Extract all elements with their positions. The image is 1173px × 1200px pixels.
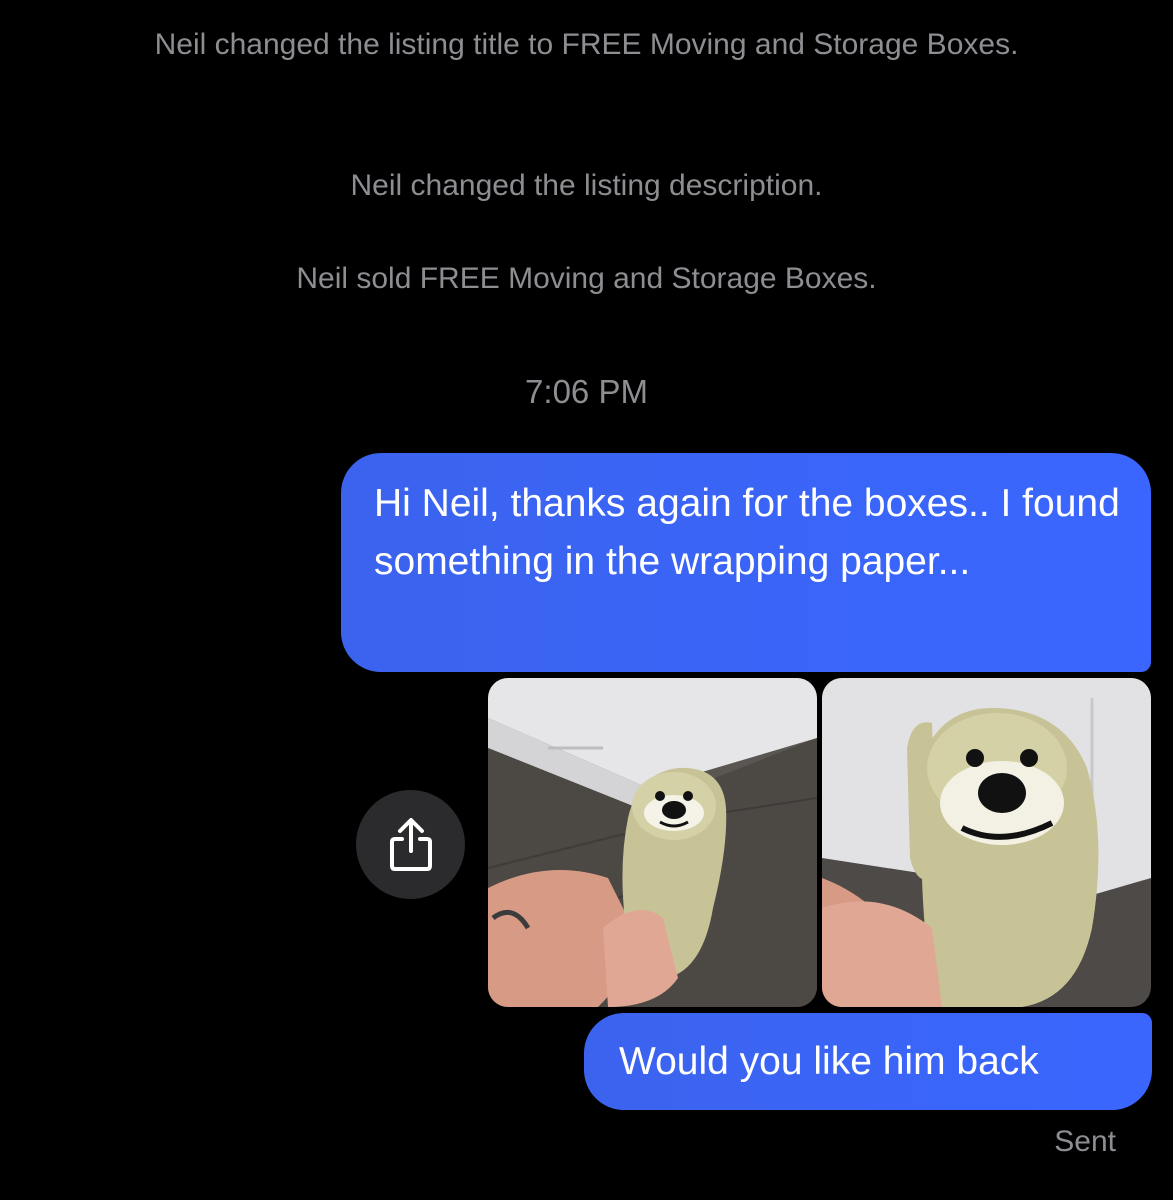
system-message: Neil changed the listing title to FREE M… xyxy=(154,28,1019,61)
photo-attachment[interactable] xyxy=(822,678,1151,1007)
photo-attachment[interactable] xyxy=(488,678,817,1007)
share-button[interactable] xyxy=(356,790,465,899)
system-message: Neil sold FREE Moving and Storage Boxes. xyxy=(296,262,877,295)
delivery-status: Sent xyxy=(1054,1125,1116,1158)
message-bubble[interactable]: Hi Neil, thanks again for the boxes.. I … xyxy=(341,453,1151,672)
message-bubble[interactable]: Would you like him back xyxy=(584,1013,1152,1110)
share-icon xyxy=(389,817,432,871)
sloth-figurine-photo xyxy=(488,678,817,1007)
sloth-figurine-closeup-photo xyxy=(822,678,1151,1007)
system-message: Neil changed the listing description. xyxy=(350,169,823,202)
message-timestamp: 7:06 PM xyxy=(525,373,648,410)
